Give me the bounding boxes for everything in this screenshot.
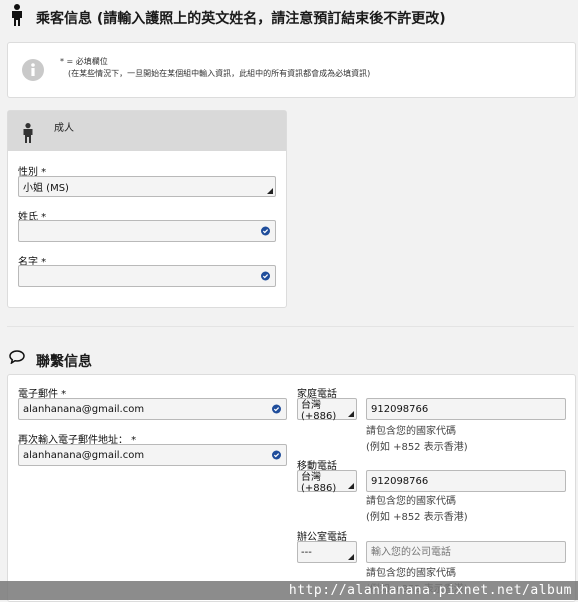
check-circle-icon — [272, 404, 281, 414]
adult-tab-header: 成人 — [8, 111, 286, 151]
section-divider — [7, 326, 574, 327]
dropdown-corner-icon — [348, 483, 354, 489]
speech-bubble-icon — [9, 349, 25, 365]
home-phone-value: 912098766 — [371, 403, 429, 415]
email-confirm-value: alanhanana@gmail.com — [23, 449, 145, 461]
mobile-phone-hint: 請包含您的國家代碼 (例如 +852 表示香港) — [366, 494, 468, 526]
dropdown-corner-icon — [267, 188, 273, 194]
email-input[interactable]: alanhanana@gmail.com — [18, 398, 287, 420]
mobile-phone-input[interactable]: 912098766 — [366, 470, 566, 492]
adult-label: 成人 — [54, 123, 74, 134]
check-circle-icon — [261, 226, 270, 236]
home-phone-country-select[interactable]: 台灣 (+886) — [297, 398, 357, 422]
dropdown-corner-icon — [348, 554, 354, 560]
surname-input[interactable] — [18, 220, 276, 242]
contact-card: 電子郵件 * alanhanana@gmail.com 再次輸入電子郵件地址： … — [7, 374, 576, 602]
contact-section-title: 聯繫信息 — [36, 354, 92, 370]
email-value: alanhanana@gmail.com — [23, 403, 145, 415]
hint-line: (例如 +852 表示香港) — [366, 512, 468, 523]
home-phone-input[interactable]: 912098766 — [366, 398, 566, 420]
notice-group-text: (在某些情況下，一旦開始在某個組中輸入資訊，此組中的所有資訊都會成為必填資訊) — [68, 69, 371, 78]
mobile-phone-value: 912098766 — [371, 475, 429, 487]
home-phone-country-value: 台灣 (+886) — [301, 400, 337, 422]
hint-line: 請包含您的國家代碼 — [366, 426, 456, 437]
office-phone-country-select[interactable]: --- — [297, 541, 357, 563]
hint-line: 請包含您的國家代碼 — [366, 496, 456, 507]
mobile-phone-country-select[interactable]: 台灣 (+886) — [297, 470, 357, 494]
check-circle-icon — [261, 271, 270, 281]
dropdown-corner-icon — [348, 411, 354, 417]
person-icon — [22, 123, 34, 143]
person-icon — [10, 4, 24, 26]
watermark-url: http://alanhanana.pixnet.net/album — [0, 581, 578, 600]
notice-required-text: * = 必填欄位 — [60, 57, 108, 66]
email-confirm-input[interactable]: alanhanana@gmail.com — [18, 444, 287, 466]
gender-select-value: 小姐 (MS) — [23, 183, 69, 194]
gender-select[interactable]: 小姐 (MS) — [18, 176, 276, 197]
office-phone-country-value: --- — [301, 546, 312, 558]
mobile-phone-country-value: 台灣 (+886) — [301, 472, 337, 494]
adult-passenger-card: 成人 性別 * 小姐 (MS) 姓氏 * 名字 * — [7, 110, 287, 308]
hint-line: 請包含您的國家代碼 — [366, 568, 456, 579]
home-phone-hint: 請包含您的國家代碼 (例如 +852 表示香港) — [366, 424, 468, 456]
info-icon — [22, 59, 44, 81]
check-circle-icon — [272, 450, 281, 460]
passenger-section-title: 乘客信息 (請輸入護照上的英文姓名，請注意預訂結束後不許更改) — [36, 11, 446, 27]
given-name-input[interactable] — [18, 265, 276, 287]
hint-line: (例如 +852 表示香港) — [366, 442, 468, 453]
office-phone-input[interactable] — [366, 541, 566, 563]
required-notice: * = 必填欄位 (在某些情況下，一旦開始在某個組中輸入資訊，此組中的所有資訊都… — [7, 42, 576, 98]
